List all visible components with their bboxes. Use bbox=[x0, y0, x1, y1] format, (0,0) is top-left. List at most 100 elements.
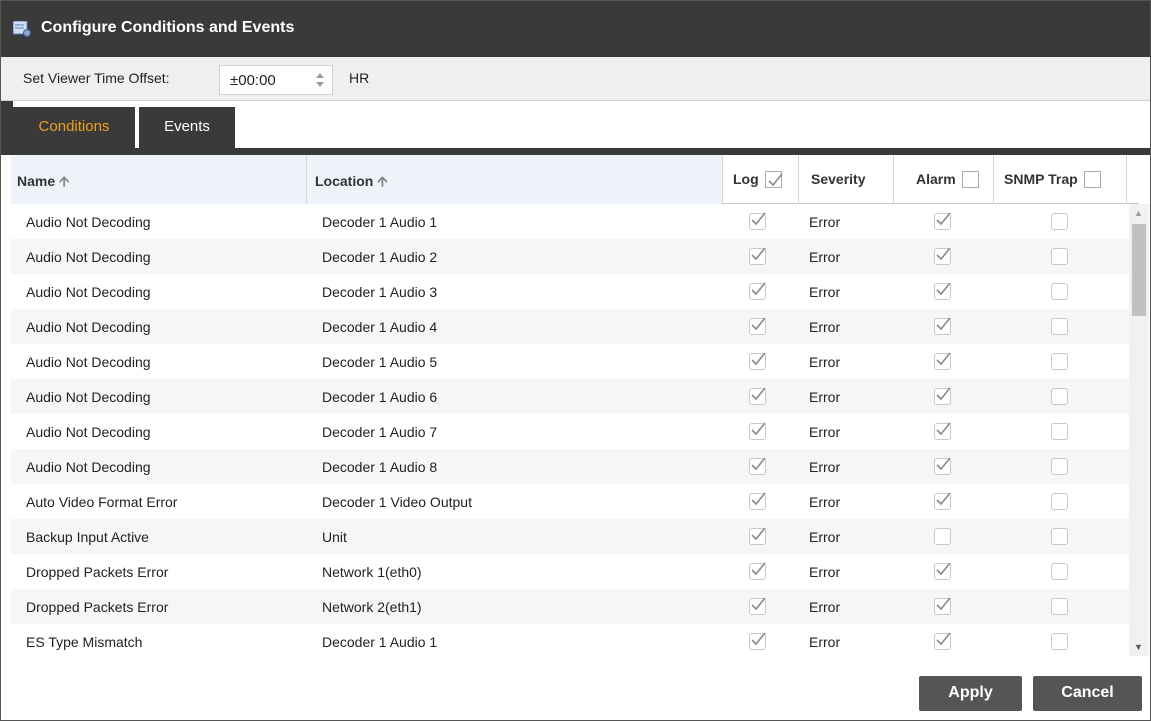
condition-severity[interactable]: Error bbox=[809, 414, 889, 449]
snmp-checkbox[interactable] bbox=[1051, 388, 1068, 405]
scroll-up-icon[interactable]: ▲ bbox=[1134, 208, 1143, 218]
alarm-checkbox[interactable] bbox=[934, 597, 951, 615]
alarm-checkbox[interactable] bbox=[934, 632, 951, 650]
log-checkbox[interactable] bbox=[749, 282, 766, 300]
cancel-button[interactable]: Cancel bbox=[1033, 676, 1142, 711]
snmp-checkbox[interactable] bbox=[1051, 528, 1068, 545]
tab-events[interactable]: Events bbox=[139, 107, 235, 148]
alarm-checkbox[interactable] bbox=[934, 247, 951, 265]
alarm-checkbox[interactable] bbox=[934, 492, 951, 510]
log-checkbox[interactable] bbox=[749, 562, 766, 580]
tab-bar: Conditions Events bbox=[1, 101, 1150, 148]
table-row: Dropped Packets Error Network 1(eth0) Erro… bbox=[11, 554, 1129, 589]
condition-location: Unit bbox=[322, 529, 347, 545]
snmp-checkbox[interactable] bbox=[1051, 318, 1068, 335]
condition-location: Decoder 1 Audio 3 bbox=[322, 284, 438, 300]
time-offset-input[interactable]: ±00:00 bbox=[219, 65, 333, 95]
alarm-checkbox[interactable] bbox=[934, 457, 951, 475]
table-row: Dropped Packets Error Network 2(eth1) Erro… bbox=[11, 589, 1129, 624]
table-row: Audio Not Decoding Decoder 1 Audio 6 Error bbox=[11, 379, 1129, 414]
log-checkbox[interactable] bbox=[749, 632, 766, 650]
configure-dialog: Configure Conditions and Events Set View… bbox=[0, 0, 1151, 721]
condition-name: Audio Not Decoding bbox=[26, 249, 151, 265]
snmp-checkbox[interactable] bbox=[1051, 563, 1068, 580]
condition-name: Audio Not Decoding bbox=[26, 389, 151, 405]
condition-severity[interactable]: Error bbox=[809, 309, 889, 344]
log-checkbox[interactable] bbox=[749, 212, 766, 230]
condition-severity[interactable]: Error bbox=[809, 274, 889, 309]
log-checkbox[interactable] bbox=[749, 597, 766, 615]
snmp-all-checkbox[interactable] bbox=[1083, 171, 1101, 188]
tab-conditions[interactable]: Conditions bbox=[13, 107, 135, 148]
title-bar: Configure Conditions and Events bbox=[1, 1, 1150, 57]
condition-severity[interactable]: Error bbox=[809, 204, 889, 239]
column-header-location[interactable]: Location 🡩 bbox=[307, 155, 723, 204]
snmp-checkbox[interactable] bbox=[1051, 213, 1068, 230]
condition-severity[interactable]: Error bbox=[809, 344, 889, 379]
condition-name: Audio Not Decoding bbox=[26, 214, 151, 230]
snmp-checkbox[interactable] bbox=[1051, 283, 1068, 300]
table-row: ES Type Mismatch Decoder 1 Audio 1 Error bbox=[11, 624, 1129, 656]
condition-severity[interactable]: Error bbox=[809, 554, 889, 589]
log-checkbox[interactable] bbox=[749, 387, 766, 405]
log-checkbox[interactable] bbox=[749, 247, 766, 265]
log-checkbox[interactable] bbox=[749, 492, 766, 510]
condition-severity[interactable]: Error bbox=[809, 239, 889, 274]
condition-name: Audio Not Decoding bbox=[26, 459, 151, 475]
log-checkbox[interactable] bbox=[749, 317, 766, 335]
snmp-checkbox[interactable] bbox=[1051, 633, 1068, 650]
column-header-severity: Severity bbox=[799, 155, 894, 204]
snmp-checkbox[interactable] bbox=[1051, 248, 1068, 265]
alarm-checkbox[interactable] bbox=[934, 317, 951, 335]
alarm-checkbox[interactable] bbox=[934, 282, 951, 300]
condition-severity[interactable]: Error bbox=[809, 624, 889, 656]
condition-severity[interactable]: Error bbox=[809, 589, 889, 624]
column-header-name[interactable]: Name 🡩 bbox=[11, 155, 307, 204]
condition-severity[interactable]: Error bbox=[809, 484, 889, 519]
settings-window-icon bbox=[12, 20, 31, 37]
log-checkbox[interactable] bbox=[749, 527, 766, 545]
snmp-checkbox[interactable] bbox=[1051, 598, 1068, 615]
time-offset-value: ±00:00 bbox=[230, 72, 276, 89]
alarm-checkbox[interactable] bbox=[934, 422, 951, 440]
sort-up-icon: 🡩 bbox=[59, 173, 70, 189]
condition-location: Network 1(eth0) bbox=[322, 564, 422, 580]
alarm-checkbox[interactable] bbox=[934, 562, 951, 580]
alarm-checkbox[interactable] bbox=[934, 387, 951, 405]
log-checkbox[interactable] bbox=[749, 457, 766, 475]
alarm-checkbox[interactable] bbox=[934, 528, 951, 545]
log-all-checkbox[interactable] bbox=[764, 171, 783, 188]
table-row: Audio Not Decoding Decoder 1 Audio 7 Error bbox=[11, 414, 1129, 449]
alarm-checkbox[interactable] bbox=[934, 212, 951, 230]
column-header-snmp: SNMP Trap bbox=[994, 155, 1127, 204]
table-row: Audio Not Decoding Decoder 1 Audio 8 Error bbox=[11, 449, 1129, 484]
log-checkbox[interactable] bbox=[749, 422, 766, 440]
condition-location: Decoder 1 Audio 8 bbox=[322, 459, 438, 475]
snmp-checkbox[interactable] bbox=[1051, 423, 1068, 440]
condition-severity[interactable]: Error bbox=[809, 379, 889, 414]
scroll-thumb[interactable] bbox=[1132, 224, 1146, 316]
condition-name: Audio Not Decoding bbox=[26, 354, 151, 370]
alarm-all-checkbox[interactable] bbox=[961, 171, 979, 188]
scroll-down-icon[interactable]: ▼ bbox=[1134, 642, 1143, 652]
snmp-checkbox[interactable] bbox=[1051, 458, 1068, 475]
table-row: Auto Video Format Error Decoder 1 Video O… bbox=[11, 484, 1129, 519]
time-offset-label: Set Viewer Time Offset: bbox=[23, 70, 170, 86]
log-checkbox[interactable] bbox=[749, 352, 766, 370]
condition-location: Decoder 1 Video Output bbox=[322, 494, 472, 510]
table-row: Backup Input Active Unit Error bbox=[11, 519, 1129, 554]
snmp-checkbox[interactable] bbox=[1051, 353, 1068, 370]
condition-severity[interactable]: Error bbox=[809, 449, 889, 484]
table-row: Audio Not Decoding Decoder 1 Audio 5 Error bbox=[11, 344, 1129, 379]
condition-name: Dropped Packets Error bbox=[26, 599, 169, 615]
table-row: Audio Not Decoding Decoder 1 Audio 4 Error bbox=[11, 309, 1129, 344]
vertical-scrollbar[interactable]: ▲ ▼ bbox=[1129, 204, 1149, 656]
apply-button[interactable]: Apply bbox=[919, 676, 1022, 711]
table-row: Audio Not Decoding Decoder 1 Audio 3 Error bbox=[11, 274, 1129, 309]
condition-severity[interactable]: Error bbox=[809, 519, 889, 554]
alarm-checkbox[interactable] bbox=[934, 352, 951, 370]
snmp-checkbox[interactable] bbox=[1051, 493, 1068, 510]
condition-location: Network 2(eth1) bbox=[322, 599, 422, 615]
spinner-icon[interactable] bbox=[314, 70, 326, 90]
condition-name: Audio Not Decoding bbox=[26, 284, 151, 300]
